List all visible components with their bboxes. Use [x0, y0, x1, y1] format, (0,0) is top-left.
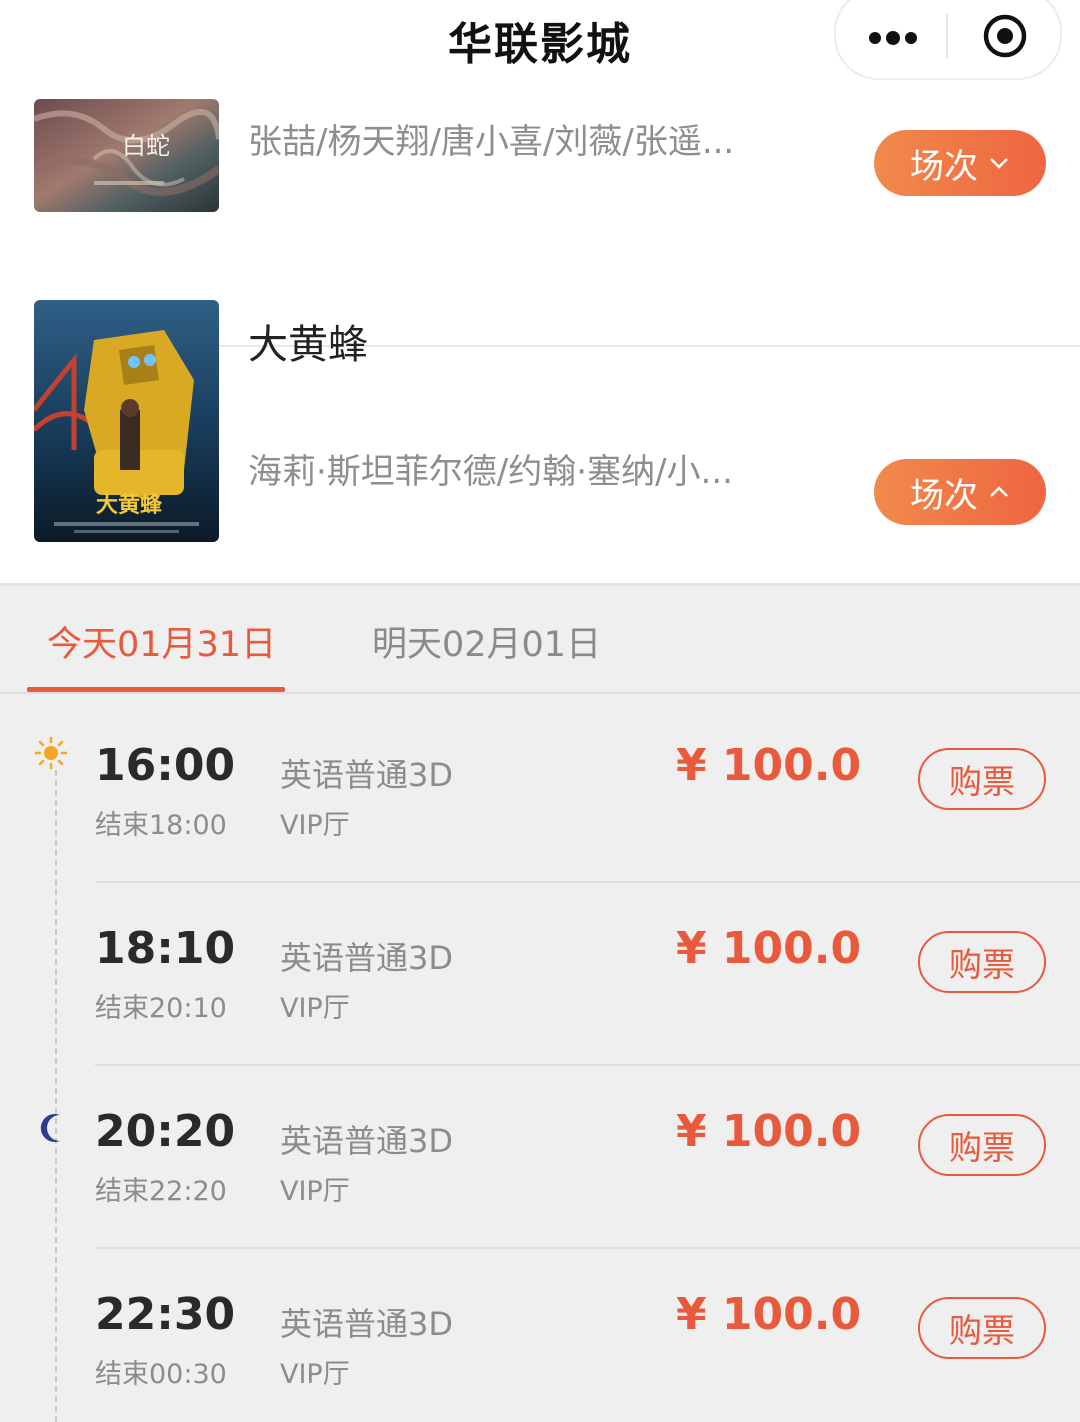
session-row: 22:30 结束00:30 英语普通3D VIP厅 ¥ 100.0 购票 [0, 1249, 1080, 1422]
session-end-time: 结束18:00 [95, 810, 227, 841]
section-divider [0, 583, 1080, 586]
session-price: ¥ 100.0 [676, 1289, 862, 1340]
session-price: ¥ 100.0 [676, 923, 862, 974]
tab-today[interactable]: 今天01月31日 [47, 616, 276, 667]
session-language: 英语普通3D [280, 939, 454, 977]
movie-poster-2[interactable]: 大黄蜂 [34, 300, 219, 542]
session-hall: VIP厅 [280, 810, 350, 841]
session-row: 16:00 结束18:00 英语普通3D VIP厅 ¥ 100.0 购票 [0, 700, 1080, 883]
chevron-up-icon [990, 486, 1008, 497]
session-start-time: 18:10 [95, 923, 236, 974]
buy-ticket-button[interactable]: 购票 [918, 748, 1046, 810]
chevron-down-icon [990, 158, 1008, 169]
buy-ticket-button[interactable]: 购票 [918, 1114, 1046, 1176]
bumblebee-poster-image: 大黄蜂 [34, 300, 219, 542]
movie-poster-1[interactable]: 白蛇 [34, 99, 219, 212]
more-dots-icon[interactable] [868, 30, 918, 46]
session-row: 18:10 结束20:10 英语普通3D VIP厅 ¥ 100.0 购票 [0, 883, 1080, 1066]
session-price: ¥ 100.0 [676, 1106, 862, 1157]
tabs-divider [0, 692, 1080, 694]
session-price: ¥ 100.0 [676, 740, 862, 791]
buy-ticket-button[interactable]: 购票 [918, 931, 1046, 993]
movie-cast: 张喆/杨天翔/唐小喜/刘薇/张遥... [248, 122, 735, 162]
session-end-time: 结束22:20 [95, 1176, 227, 1207]
showtimes-button[interactable]: 场次 [874, 130, 1046, 196]
capsule-divider [946, 14, 948, 58]
session-language: 英语普通3D [280, 1305, 454, 1343]
svg-text:大黄蜂: 大黄蜂 [96, 492, 163, 518]
buy-ticket-button[interactable]: 购票 [918, 1297, 1046, 1359]
white-snake-poster-image: 白蛇 [34, 99, 219, 212]
tab-tomorrow[interactable]: 明天02月01日 [372, 616, 601, 667]
session-start-time: 22:30 [95, 1289, 236, 1340]
session-end-time: 结束20:10 [95, 993, 227, 1024]
session-language: 英语普通3D [280, 1122, 454, 1160]
session-start-time: 20:20 [95, 1106, 236, 1157]
session-hall: VIP厅 [280, 993, 350, 1024]
session-hall: VIP厅 [280, 1359, 350, 1390]
movie-title: 大黄蜂 [248, 322, 368, 368]
session-row: 20:20 结束22:20 英语普通3D VIP厅 ¥ 100.0 购票 [0, 1066, 1080, 1249]
showtimes-button-label: 场次 [910, 475, 978, 516]
movie-list: 白蛇 张喆/杨天翔/唐小喜/刘薇/张遥... 场次 大黄蜂 大黄蜂 海莉·斯坦菲… [0, 90, 1080, 583]
mini-program-header: 华联影城 [0, 0, 1080, 90]
svg-text:白蛇: 白蛇 [122, 132, 170, 160]
session-language: 英语普通3D [280, 756, 454, 794]
session-hall: VIP厅 [280, 1176, 350, 1207]
session-end-time: 结束00:30 [95, 1359, 227, 1390]
showtimes-button[interactable]: 场次 [874, 459, 1046, 525]
close-target-icon[interactable] [982, 13, 1028, 59]
movie-cast: 海莉·斯坦菲尔德/约翰·塞纳/小... [248, 452, 733, 492]
session-start-time: 16:00 [95, 740, 236, 791]
showtimes-button-label: 场次 [910, 146, 978, 187]
